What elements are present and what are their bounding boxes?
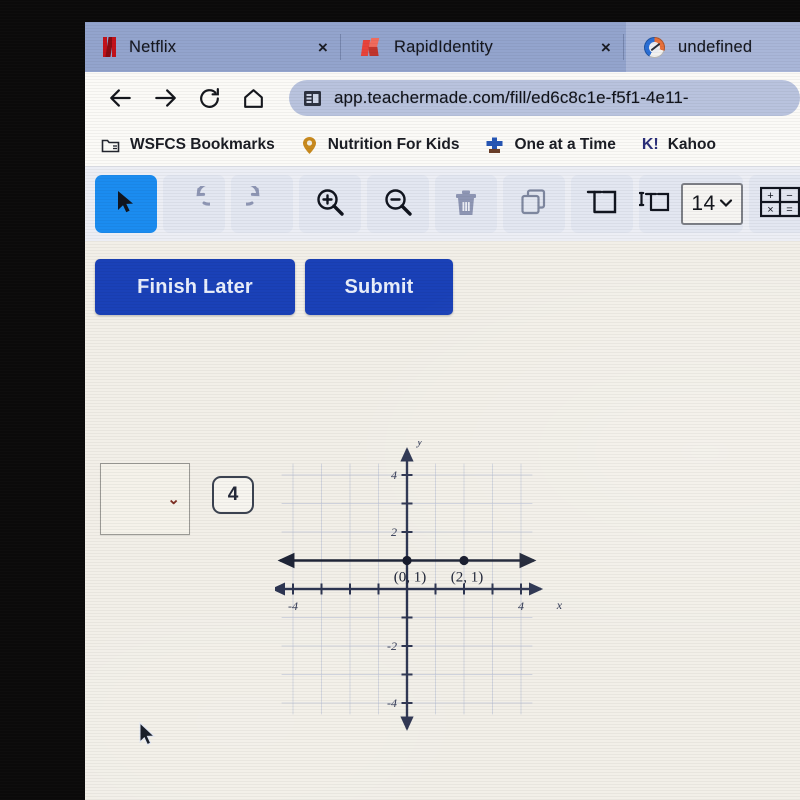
browser-nav-bar: app.teachermade.com/fill/ed6c8c1e-f5f1-4…	[85, 72, 800, 124]
delete-tool-button[interactable]	[435, 175, 497, 233]
tab-title: undefined	[678, 37, 753, 56]
redo-tool-button[interactable]	[231, 175, 293, 233]
tab-title: Netflix	[129, 37, 177, 56]
font-size-tool-button[interactable]: 14	[638, 175, 743, 233]
zoom-out-icon	[382, 186, 414, 223]
cross-plus-icon	[485, 136, 504, 155]
redo-icon	[236, 182, 278, 223]
undo-tool-button[interactable]	[163, 175, 225, 233]
bookmark-label: Kahoo	[667, 136, 716, 153]
svg-text:×: ×	[767, 204, 773, 216]
svg-text:+: +	[767, 190, 773, 202]
bookmarks-bar: WSFCS Bookmarks Nutrition For Kids One a…	[85, 124, 800, 166]
url-text: app.teachermade.com/fill/ed6c8c1e-f5f1-4…	[334, 88, 689, 107]
copy-icon	[519, 187, 549, 222]
finish-later-button[interactable]: Finish Later	[95, 259, 295, 315]
svg-text:-4: -4	[288, 599, 298, 613]
font-size-value: 14	[691, 192, 716, 215]
duplicate-tool-button[interactable]	[503, 175, 565, 233]
browser-tab-netflix[interactable]: Netflix ×	[85, 22, 338, 72]
text-box-icon	[585, 187, 619, 222]
font-size-select[interactable]: 14	[681, 183, 743, 225]
svg-text:-2: -2	[387, 639, 397, 653]
page-info-icon	[303, 90, 322, 107]
forward-arrow-icon[interactable]	[143, 76, 187, 120]
graph-svg: -4 4 4 2 -2 -4 x y (0, 1) (2, 1)	[270, 434, 563, 731]
kahoot-icon: K!	[641, 136, 659, 153]
browser-tab-undefined[interactable]: undefined	[626, 22, 800, 72]
zoom-in-tool-button[interactable]	[299, 175, 361, 233]
netflix-icon	[103, 37, 116, 57]
tab-close-icon[interactable]: ×	[318, 39, 328, 56]
svg-text:y: y	[416, 441, 423, 448]
bookmark-one-at-a-time[interactable]: One at a Time	[485, 136, 616, 155]
worksheet-area: ⌄ 4 -4 4 4 2 -2 -4 x y (0, 1) (2, 1)	[85, 434, 800, 800]
bookmark-nutrition[interactable]: Nutrition For Kids	[301, 136, 460, 155]
home-icon[interactable]	[231, 76, 275, 120]
bookmark-wsfcs[interactable]: WSFCS Bookmarks	[101, 136, 275, 154]
answer-dropdown-field[interactable]: ⌄	[100, 463, 190, 535]
pin-icon	[301, 136, 318, 155]
chevron-down-icon: ⌄	[167, 491, 180, 508]
svg-text:(2, 1): (2, 1)	[451, 570, 484, 586]
browser-window: Netflix × RapidIdentity × undefined app.…	[85, 22, 800, 800]
svg-text:−: −	[786, 190, 792, 202]
text-size-icon	[638, 188, 673, 221]
svg-text:-4: -4	[387, 696, 397, 710]
bookmark-label: Nutrition For Kids	[327, 136, 460, 153]
browser-tab-strip: Netflix × RapidIdentity × undefined	[85, 22, 800, 72]
coordinate-graph: -4 4 4 2 -2 -4 x y (0, 1) (2, 1)	[270, 434, 575, 781]
trash-icon	[451, 186, 481, 223]
text-box-tool-button[interactable]	[571, 175, 633, 233]
browser-tab-rapididentity[interactable]: RapidIdentity ×	[343, 22, 621, 72]
editor-toolbar: 14 + − × =	[85, 166, 800, 241]
svg-text:4: 4	[391, 468, 397, 482]
address-bar[interactable]: app.teachermade.com/fill/ed6c8c1e-f5f1-4…	[289, 80, 800, 116]
bookmark-label: One at a Time	[514, 136, 616, 153]
back-arrow-icon[interactable]	[99, 76, 143, 120]
tab-close-icon[interactable]: ×	[601, 39, 611, 56]
svg-text:x: x	[556, 598, 563, 612]
tab-separator	[623, 34, 624, 60]
teachermade-icon	[644, 36, 665, 58]
question-number-badge: 4	[212, 476, 254, 514]
svg-text:=: =	[786, 204, 792, 216]
chevron-down-icon	[719, 195, 733, 213]
rapididentity-icon	[360, 37, 381, 57]
question-number: 4	[227, 484, 239, 505]
svg-text:2: 2	[391, 525, 397, 539]
bookmark-label: WSFCS Bookmarks	[130, 136, 275, 153]
bookmark-kahoot[interactable]: K! Kahoo	[642, 136, 716, 154]
tab-title: RapidIdentity	[394, 37, 493, 56]
select-tool-button[interactable]	[95, 175, 157, 233]
cursor-icon	[115, 189, 137, 220]
tab-separator	[340, 34, 341, 60]
svg-text:4: 4	[518, 599, 524, 613]
math-tool-button[interactable]: + − × =	[749, 175, 800, 233]
action-button-row: Finish Later Submit	[85, 241, 800, 315]
svg-text:(0, 1): (0, 1)	[394, 570, 427, 586]
undo-icon	[178, 182, 220, 223]
zoom-out-tool-button[interactable]	[367, 175, 429, 233]
reload-icon[interactable]	[187, 76, 231, 120]
folder-icon	[101, 137, 120, 153]
zoom-in-icon	[314, 186, 346, 223]
calculator-icon: + − × =	[759, 186, 800, 223]
submit-button[interactable]: Submit	[305, 259, 453, 315]
